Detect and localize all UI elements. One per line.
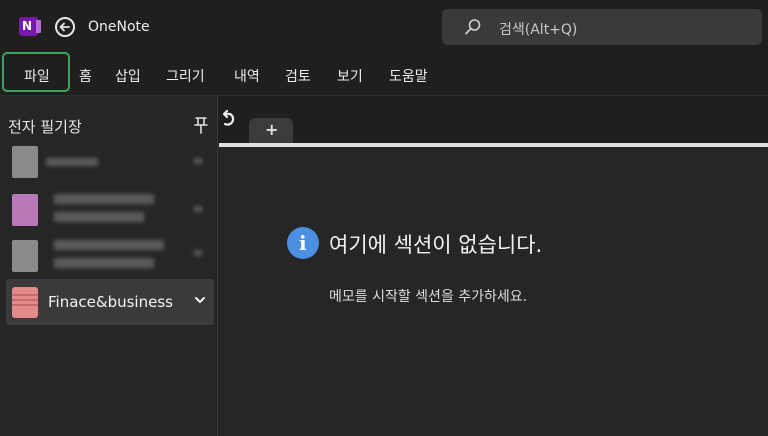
notebook-sidebar: 전자 필기장 Finace&business [0,96,218,436]
tab-draw[interactable]: 그리기 [166,66,205,86]
back-arrow-icon[interactable] [55,17,75,37]
info-icon: i [287,227,319,259]
notebook-item[interactable] [6,188,214,232]
tab-insert[interactable]: 삽입 [115,66,141,86]
tab-file-label: 파일 [24,69,50,85]
notebook-icon [12,146,38,178]
notebook-icon [12,240,38,272]
notebook-item[interactable] [6,234,214,278]
pin-icon[interactable] [194,116,208,134]
notebook-icon [12,287,38,318]
ribbon-tabs: 파일 홈 삽입 그리기 내역 검토 보기 도움말 [0,52,768,96]
title-bar: N OneNote 검색(Alt+Q) [0,0,768,54]
tab-view[interactable]: 보기 [337,66,363,86]
chevron-down-icon[interactable] [194,295,206,305]
add-section-label: + [265,120,279,139]
search-icon [465,19,481,35]
tab-history[interactable]: 내역 [234,66,260,86]
empty-state-title: 여기에 섹션이 없습니다. [329,233,543,257]
sidebar-heading: 전자 필기장 [8,118,82,136]
tab-file[interactable]: 파일 [2,52,70,92]
empty-state-subtitle: 메모를 시작할 섹션을 추가하세요. [329,289,528,305]
notebook-item-finace-business[interactable]: Finace&business [6,279,214,325]
notebook-icon [12,194,38,226]
search-input[interactable]: 검색(Alt+Q) [442,9,762,45]
tab-help[interactable]: 도움말 [389,66,428,86]
undo-icon[interactable] [220,110,238,132]
add-section-button[interactable]: + [249,118,293,144]
notebook-label: Finace&business [48,293,173,311]
onenote-logo-icon: N [19,17,41,36]
app-title: OneNote [88,19,150,35]
search-placeholder: 검색(Alt+Q) [499,22,578,38]
notebook-item[interactable] [6,140,214,184]
tab-review[interactable]: 검토 [285,66,311,86]
tab-home[interactable]: 홈 [79,66,92,86]
